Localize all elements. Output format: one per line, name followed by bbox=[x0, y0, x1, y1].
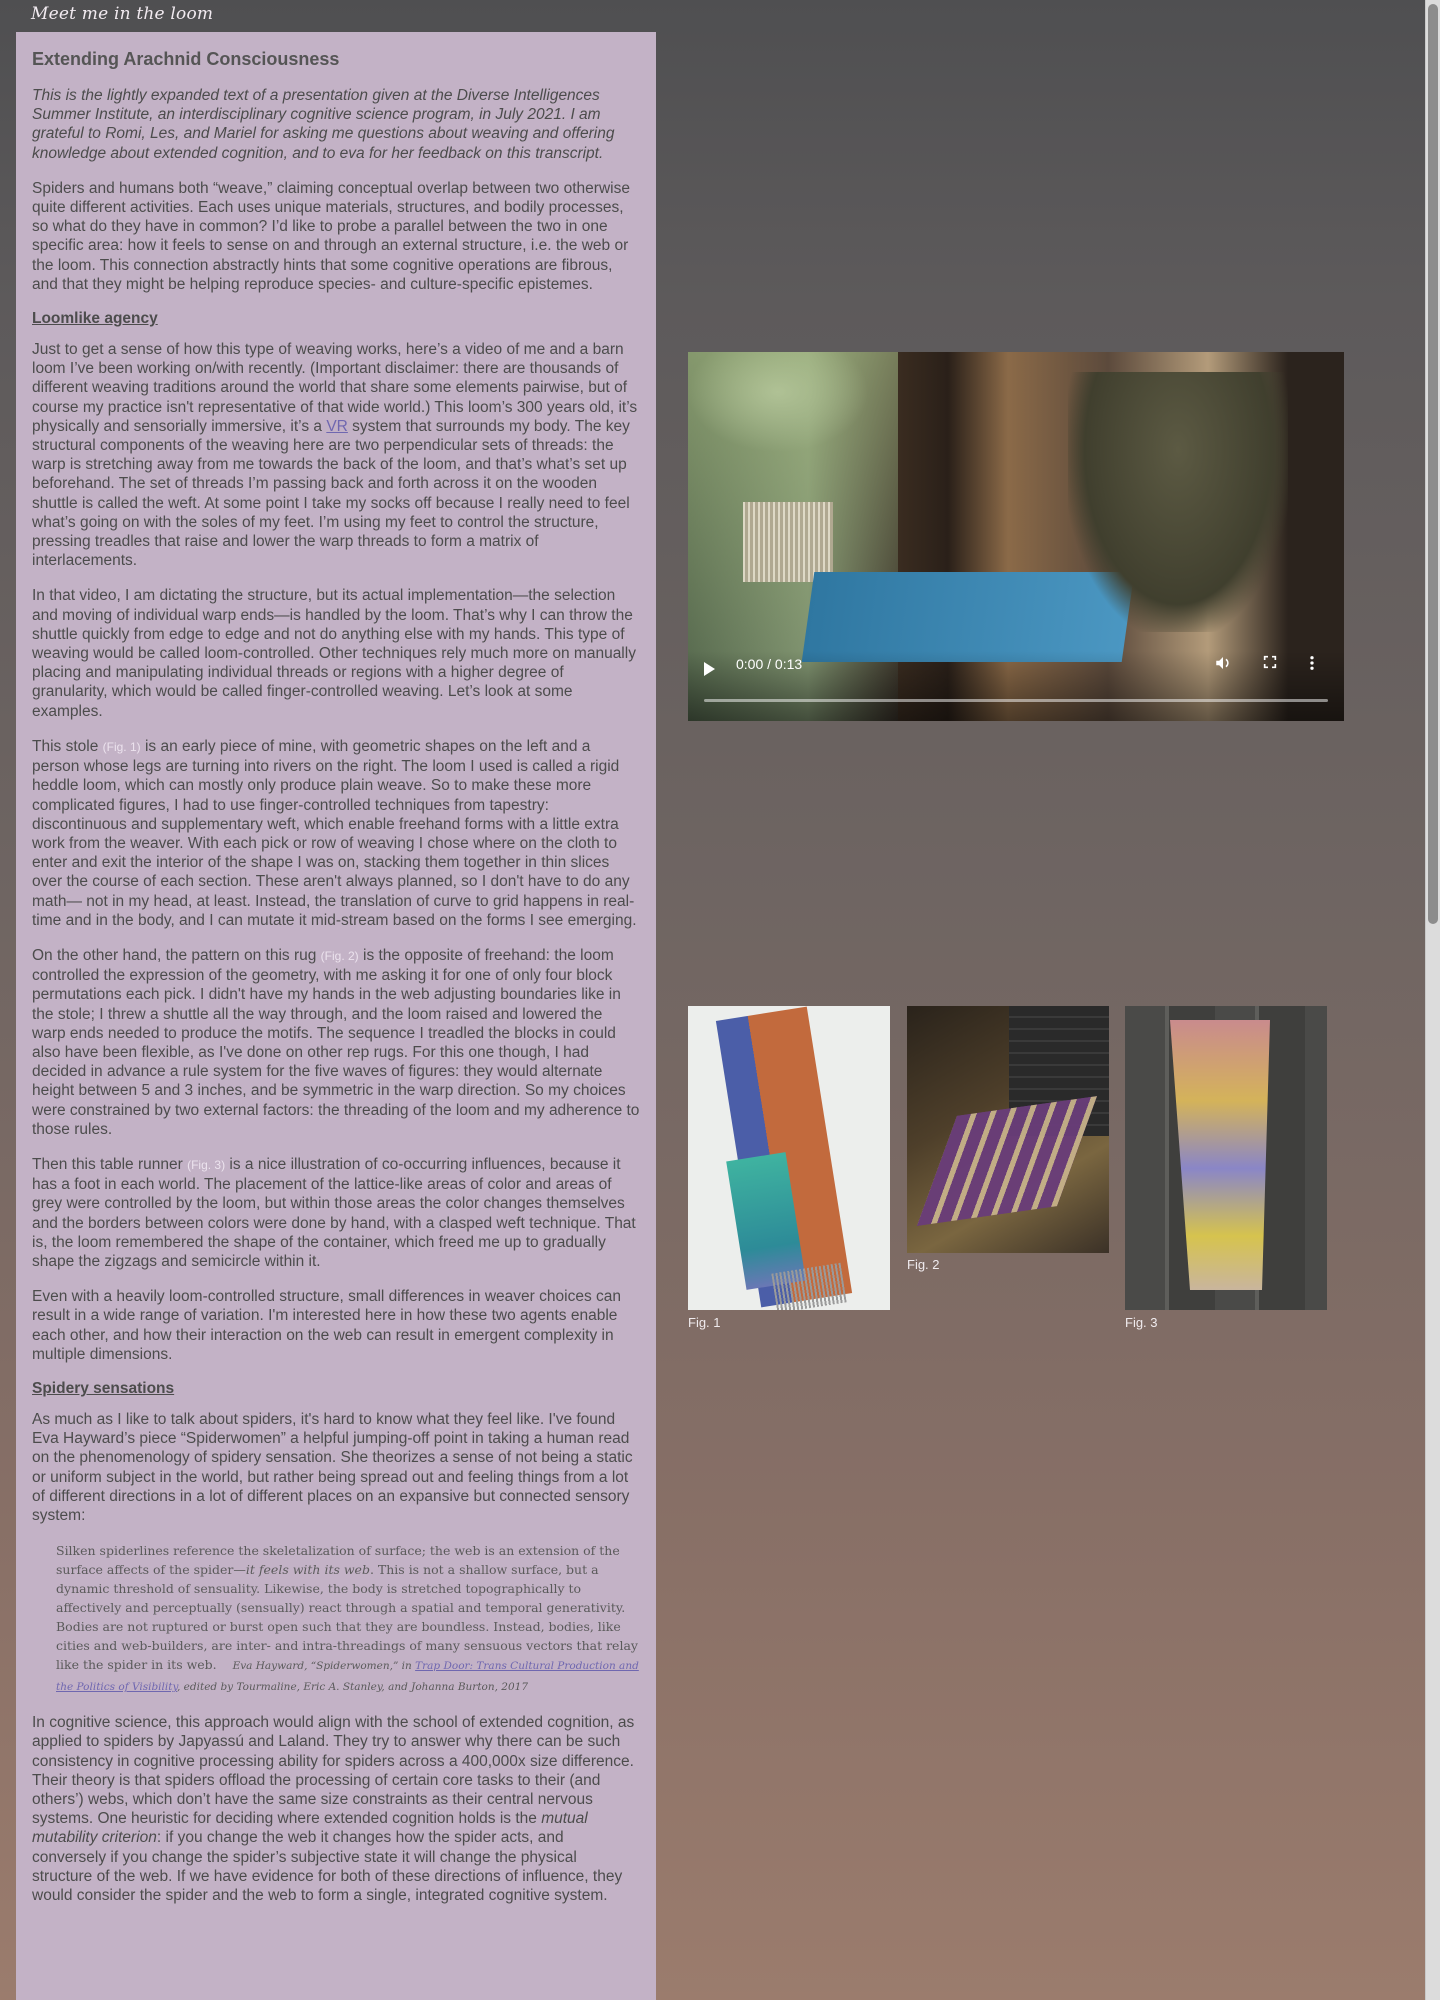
paragraph-3: In that video, I am dictating the struct… bbox=[32, 587, 636, 720]
article-column: Extending Arachnid Consciousness This is… bbox=[16, 32, 656, 2000]
paragraph-5: On the other hand, the pattern on this r… bbox=[32, 946, 640, 1138]
hayward-quote: Silken spiderlines reference the skeleta… bbox=[56, 1543, 639, 1694]
page-scrollbar[interactable] bbox=[1425, 0, 1440, 2000]
stole-image bbox=[688, 1006, 890, 1310]
fig-2-reference[interactable]: (Fig. 2) bbox=[321, 949, 359, 963]
table-runner-image bbox=[1125, 1006, 1327, 1310]
scrollbar-thumb[interactable] bbox=[1428, 4, 1438, 924]
paragraph-2: Just to get a sense of how this type of … bbox=[32, 341, 638, 570]
fig-3-reference[interactable]: (Fig. 3) bbox=[187, 1158, 225, 1172]
rug-image bbox=[907, 1006, 1109, 1253]
section-heading-spidery: Spidery sensations bbox=[32, 1379, 175, 1397]
volume-icon[interactable] bbox=[1214, 654, 1232, 677]
figure-2[interactable]: Fig. 2 bbox=[907, 1006, 1109, 1276]
more-vertical-icon[interactable] bbox=[1308, 654, 1316, 677]
fullscreen-icon[interactable] bbox=[1262, 654, 1278, 675]
article-intro: This is the lightly expanded text of a p… bbox=[32, 87, 615, 162]
paragraph-8: As much as I like to talk about spiders,… bbox=[32, 1410, 633, 1524]
section-heading-loomlike: Loomlike agency bbox=[32, 310, 158, 328]
paragraph-1: Spiders and humans both “weave,” claimin… bbox=[32, 179, 630, 293]
figure-1-caption: Fig. 1 bbox=[688, 1315, 721, 1330]
fig-1-reference[interactable]: (Fig. 1) bbox=[103, 740, 141, 754]
video-progress-bar[interactable] bbox=[704, 699, 1328, 702]
figure-2-caption: Fig. 2 bbox=[907, 1257, 940, 1272]
site-title[interactable]: Meet me in the loom bbox=[31, 4, 213, 24]
vr-link[interactable]: VR bbox=[326, 418, 348, 435]
video-time: 0:00 / 0:13 bbox=[736, 656, 803, 672]
paragraph-9: In cognitive science, this approach woul… bbox=[32, 1714, 635, 1905]
figure-1[interactable]: Fig. 1 bbox=[688, 1006, 890, 1336]
paragraph-6: Then this table runner (Fig. 3) is a nic… bbox=[32, 1155, 636, 1270]
paragraph-7: Even with a heavily loom-controlled stru… bbox=[32, 1288, 621, 1363]
figure-3-caption: Fig. 3 bbox=[1125, 1315, 1158, 1330]
article-title: Extending Arachnid Consciousness bbox=[32, 49, 340, 69]
paragraph-4: This stole (Fig. 1) is an early piece of… bbox=[32, 737, 637, 929]
weaving-video[interactable]: 0:00 / 0:13 bbox=[688, 352, 1344, 721]
figure-3[interactable]: Fig. 3 bbox=[1125, 1006, 1327, 1336]
play-icon[interactable] bbox=[704, 662, 715, 676]
